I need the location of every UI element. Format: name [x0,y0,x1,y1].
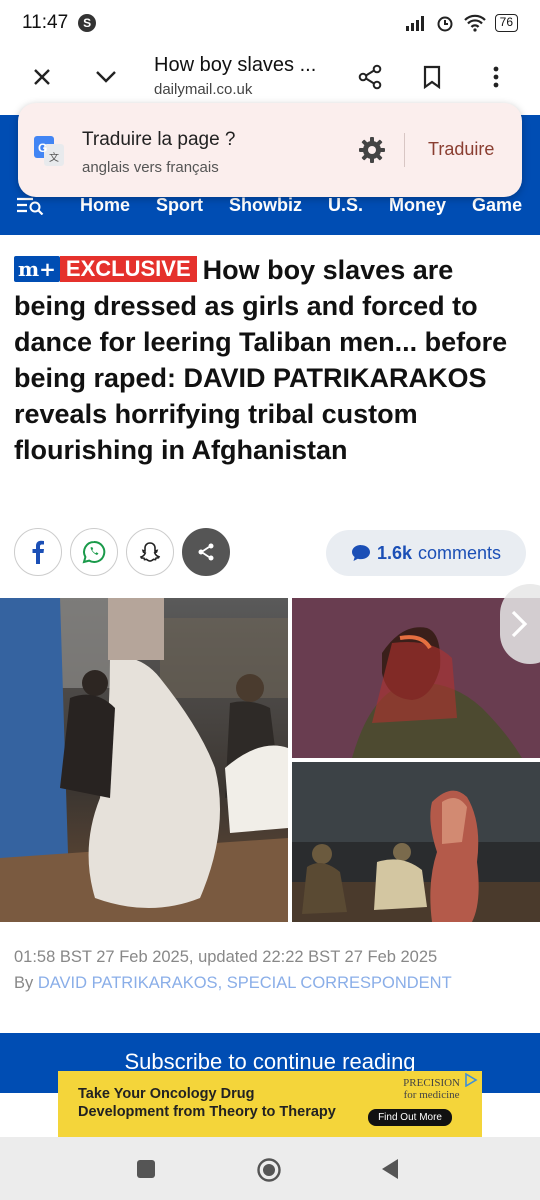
google-translate-icon: G文 [34,136,64,166]
status-time: 11:47 [22,12,69,33]
page-title: How boy slaves ... [154,54,317,76]
page-url: dailymail.co.uk [154,81,253,98]
chevron-down-icon[interactable] [88,59,124,95]
next-image-button[interactable] [500,584,540,664]
gallery-image-dance-room[interactable] [292,762,540,922]
page-title-block[interactable]: How boy slaves ... dailymail.co.uk [154,54,316,98]
ad-choices-icon[interactable] [464,1073,478,1087]
ad-brand-sub: for medicine [403,1089,460,1101]
more-share-button[interactable] [182,528,230,576]
nav-item-showbiz[interactable]: Showbiz [229,195,302,216]
system-nav-bar [0,1137,540,1200]
svg-text:G: G [38,141,47,155]
nav-item-us[interactable]: U.S. [328,195,363,216]
snapchat-icon [139,542,161,562]
recent-apps-icon[interactable] [136,1159,156,1179]
article-timestamp: 01:58 BST 27 Feb 2025, updated 22:22 BST… [14,948,438,966]
comment-bubble-icon [351,545,370,561]
gallery-image-dancer[interactable] [0,598,288,922]
more-options-icon[interactable] [478,59,514,95]
ad-brand-name: PRECISION [403,1077,460,1089]
menu-search-icon[interactable] [16,195,60,215]
ad-cta-button[interactable]: Find Out More [368,1109,452,1126]
nav-item-sport[interactable]: Sport [156,195,203,216]
article-headline: m+ EXCLUSIVE How boy slaves are being dres… [14,252,528,468]
whatsapp-share-button[interactable] [70,528,118,576]
author-link[interactable]: DAVID PATRIKARAKOS, SPECIAL CORRESPONDEN… [38,974,452,992]
svg-text:文: 文 [49,151,59,164]
mplus-badge: m+ [14,256,60,282]
nav-item-money[interactable]: Money [389,195,446,216]
comments-count: 1.6k [376,542,412,563]
share-icon[interactable] [352,59,388,95]
facebook-icon [32,540,44,564]
translate-title: Traduire la page ? [82,129,236,150]
share-row: 1.6k comments [14,528,526,578]
wifi-icon [463,14,486,32]
comments-label: comments [418,542,502,563]
divider [404,133,405,167]
chevron-right-icon [511,610,528,638]
back-icon[interactable] [380,1158,400,1180]
snapchat-share-button[interactable] [126,528,174,576]
article-image-gallery [0,598,540,922]
ad-headline: Take Your Oncology Drug Development from… [78,1085,336,1121]
close-icon[interactable] [24,59,60,95]
article-meta: 01:58 BST 27 Feb 2025, updated 22:22 BST… [14,944,452,996]
battery-icon: 76 [494,14,518,32]
nav-item-home[interactable]: Home [80,195,130,216]
bookmark-icon[interactable] [414,59,450,95]
exclusive-badge: EXCLUSIVE [59,256,197,282]
whatsapp-icon [82,540,106,564]
byline-prefix: By [14,974,34,992]
signal-icon [405,16,424,31]
ad-brand: PRECISION for medicine [403,1077,460,1101]
advertisement-banner[interactable]: Take Your Oncology Drug Development from… [58,1071,482,1137]
headline-text: How boy slaves are being dressed as girl… [14,255,508,465]
translate-popup: G文 Traduire la page ? anglais vers franç… [18,103,522,197]
ad-line-2: Development from Theory to Therapy [78,1104,336,1120]
translate-subtitle: anglais vers français [82,159,219,176]
nav-item-games[interactable]: Game [472,195,522,216]
comments-button[interactable]: 1.6k comments [326,530,526,576]
facebook-share-button[interactable] [14,528,62,576]
byline: By DAVID PATRIKARAKOS, SPECIAL CORRESPON… [14,970,452,996]
share-icon [198,543,214,561]
gear-icon[interactable] [358,136,386,164]
translate-button[interactable]: Traduire [428,139,494,160]
browser-toolbar: How boy slaves ... dailymail.co.uk [0,46,540,108]
status-bar: 11:47 S 76 [0,0,540,46]
home-icon[interactable] [256,1157,282,1183]
alarm-icon [437,16,453,32]
app-notification-icon: S [78,14,97,32]
ad-line-1: Take Your Oncology Drug [78,1086,255,1102]
